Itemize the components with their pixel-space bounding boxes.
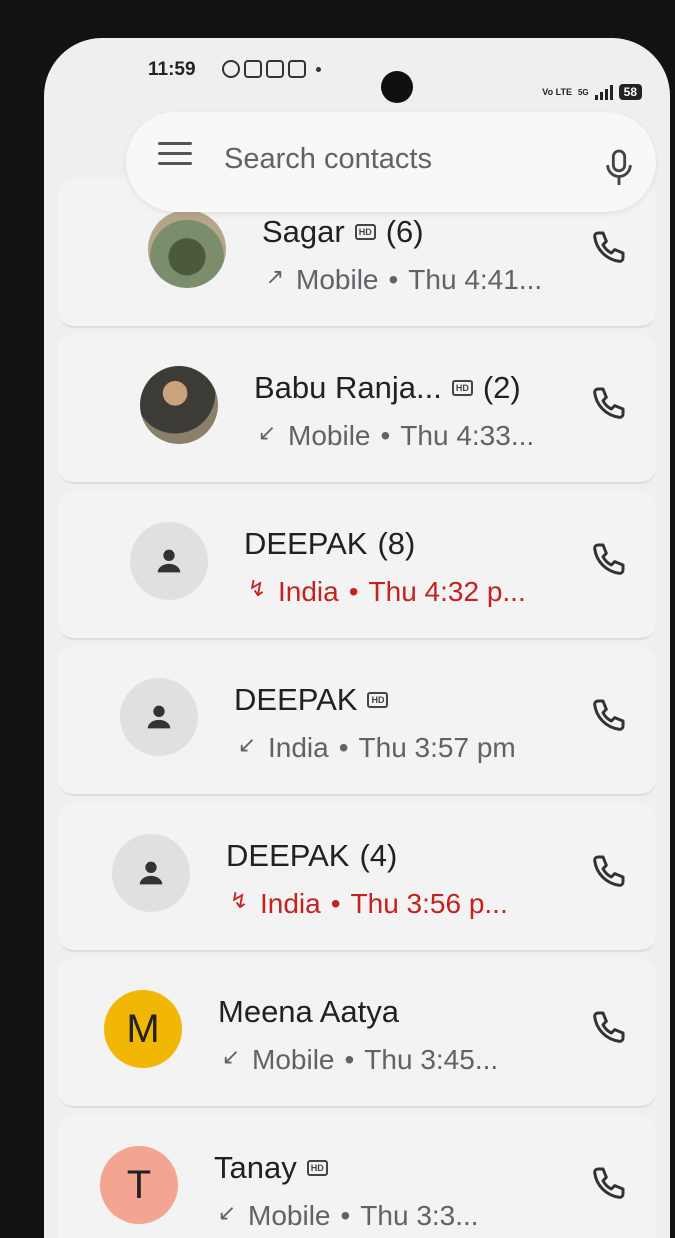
separator-dot: •: [338, 732, 349, 763]
arrow-down-left-icon: ↙: [257, 420, 277, 445]
call-name-line: DEEPAK (8): [244, 526, 415, 562]
contact-avatar[interactable]: M: [104, 990, 182, 1068]
contact-name: Meena Aatya: [218, 994, 399, 1029]
call-log-row[interactable]: DEEPAK HD ↙ India • Thu 3:57 pm: [58, 646, 656, 796]
call-count: (8): [377, 526, 416, 561]
hd-icon: HD: [306, 1160, 328, 1176]
whatsapp-icon: [222, 60, 240, 78]
phone-icon[interactable]: [588, 1008, 628, 1048]
hd-icon: HD: [367, 692, 389, 708]
call-time: Thu 3:57 pm: [358, 732, 516, 763]
arrow-down-left-icon: ↙: [221, 1044, 241, 1069]
call-detail-line: ↙ Mobile • Thu 4:33...: [256, 420, 534, 452]
call-log-row[interactable]: DEEPAK (8) ↯ India • Thu 4:32 p...: [58, 490, 656, 640]
call-detail-line: ↗ Mobile • Thu 4:41...: [264, 264, 542, 296]
app-notification-icon: [288, 60, 306, 78]
network-type: 5G: [577, 87, 589, 97]
phone-icon[interactable]: [588, 696, 628, 736]
phone-icon[interactable]: [588, 384, 628, 424]
call-type: Mobile: [252, 1044, 335, 1075]
call-count: (2): [482, 370, 521, 405]
app-notification-icon: [266, 60, 284, 78]
hd-icon: HD: [451, 380, 473, 396]
phone-icon[interactable]: [588, 540, 628, 580]
call-time: Thu 4:41...: [408, 264, 543, 295]
call-name-line: Sagar HD (6): [262, 214, 424, 250]
contact-name: Tanay: [214, 1150, 297, 1185]
call-type: India: [278, 576, 339, 607]
call-name-line: Meena Aatya: [218, 994, 399, 1030]
microphone-icon[interactable]: [602, 148, 636, 188]
separator-dot: •: [340, 1200, 351, 1231]
volte-indicator: Vo LTE: [542, 86, 572, 97]
call-name-line: DEEPAK (4): [226, 838, 397, 874]
contact-name: DEEPAK: [244, 526, 368, 561]
contact-avatar[interactable]: [140, 366, 218, 444]
signal-icon: [594, 84, 613, 100]
call-type: Mobile: [248, 1200, 331, 1231]
call-type: Mobile: [288, 420, 371, 451]
person-icon[interactable]: [120, 678, 198, 756]
notification-icons: [222, 60, 321, 78]
arrow-down-left-icon: ↙: [217, 1200, 237, 1225]
call-time: Thu 3:3...: [360, 1200, 479, 1231]
contact-name: Sagar: [262, 214, 345, 249]
call-time: Thu 3:56 p...: [350, 888, 508, 919]
separator-dot: •: [348, 576, 359, 607]
front-camera: [381, 71, 413, 103]
phone-icon[interactable]: [588, 1164, 628, 1204]
contact-name: Babu Ranja...: [254, 370, 442, 405]
call-type: India: [260, 888, 321, 919]
call-detail-line: ↙ India • Thu 3:57 pm: [236, 732, 516, 764]
person-icon[interactable]: [130, 522, 208, 600]
separator-dot: •: [330, 888, 341, 919]
phone-icon[interactable]: [588, 228, 628, 268]
status-time: 11:59: [148, 59, 196, 80]
call-time: Thu 4:33...: [400, 420, 535, 451]
search-bar[interactable]: [126, 112, 656, 212]
call-log-row[interactable]: T Tanay HD ↙ Mobile • Thu 3:3...: [58, 1114, 656, 1238]
call-log-row[interactable]: DEEPAK (4) ↯ India • Thu 3:56 p...: [58, 802, 656, 952]
missed-call-icon: ↯: [229, 888, 249, 913]
call-count: (6): [385, 214, 424, 249]
contact-name: DEEPAK: [234, 682, 358, 717]
separator-dot: •: [388, 264, 399, 295]
call-type: India: [268, 732, 329, 763]
more-notifications-dot: [316, 66, 321, 72]
call-time: Thu 3:45...: [364, 1044, 499, 1075]
contact-name: DEEPAK: [226, 838, 350, 873]
search-input[interactable]: [222, 136, 586, 182]
call-detail-line: ↯ India • Thu 4:32 p...: [246, 576, 526, 608]
missed-call-icon: ↯: [247, 576, 267, 601]
system-status-icons: Vo LTE 5G 58: [542, 84, 642, 100]
hamburger-icon[interactable]: [158, 142, 192, 166]
person-icon[interactable]: [112, 834, 190, 912]
call-name-line: DEEPAK HD: [234, 682, 389, 718]
arrow-up-right-icon: ↗: [265, 264, 285, 289]
battery-icon: 58: [618, 84, 642, 100]
call-detail-line: ↯ India • Thu 3:56 p...: [228, 888, 508, 920]
call-log-row[interactable]: Babu Ranja... HD (2) ↙ Mobile • Thu 4:33...: [58, 334, 656, 484]
call-time: Thu 4:32 p...: [368, 576, 526, 607]
contact-avatar[interactable]: T: [100, 1146, 178, 1224]
call-log-list: Sagar HD (6) ↗ Mobile • Thu 4:41... Babu Ranja.…: [44, 178, 670, 1238]
separator-dot: •: [380, 420, 391, 451]
arrow-down-left-icon: ↙: [237, 732, 257, 757]
phone-screen: 11:59 Vo LTE 5G 58 SagarHD(6)↗Mob: [44, 38, 670, 1238]
call-detail-line: ↙ Mobile • Thu 3:3...: [216, 1200, 479, 1232]
call-name-line: Tanay HD: [214, 1150, 328, 1186]
app-notification-icon: [244, 60, 262, 78]
phone-icon[interactable]: [588, 852, 628, 892]
call-name-line: Babu Ranja... HD (2): [254, 370, 521, 406]
contact-avatar[interactable]: [148, 210, 226, 288]
status-bar: 11:59 Vo LTE 5G 58: [44, 38, 670, 103]
call-type: Mobile: [296, 264, 379, 295]
call-count: (4): [359, 838, 398, 873]
call-detail-line: ↙ Mobile • Thu 3:45...: [220, 1044, 498, 1076]
separator-dot: •: [344, 1044, 355, 1075]
hd-icon: HD: [354, 224, 376, 240]
call-log-row[interactable]: M Meena Aatya ↙ Mobile • Thu 3:45...: [58, 958, 656, 1108]
